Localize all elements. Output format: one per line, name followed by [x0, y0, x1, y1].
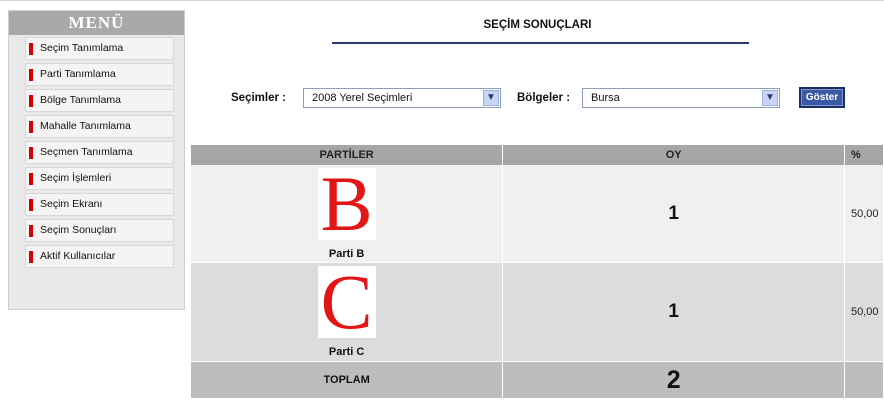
party-cell: C Parti C [191, 262, 504, 362]
table-row: B Parti B 1 50,00 [191, 165, 884, 263]
red-bullet-icon [29, 173, 33, 185]
red-bullet-icon [29, 147, 33, 159]
red-bullet-icon [29, 251, 33, 263]
votes-cell: 1 [502, 262, 845, 362]
title-underline [332, 42, 749, 44]
elections-select-value: 2008 Yerel Seçimleri [312, 92, 413, 104]
total-row: TOPLAM 2 [191, 361, 884, 399]
regions-select-value: Bursa [591, 92, 620, 104]
column-header-votes: OY [502, 145, 845, 165]
red-bullet-icon [29, 69, 33, 81]
sidebar-item-secim-sonuclari[interactable]: Seçim Sonuçları [25, 219, 174, 242]
menu-title: MENÜ [9, 11, 184, 35]
table-row: C Parti C 1 50,00 [191, 262, 884, 362]
column-header-parties: PARTİLER [191, 145, 504, 165]
top-border [0, 0, 884, 5]
sidebar-item-label: Mahalle Tanımlama [40, 120, 131, 132]
elections-select[interactable]: 2008 Yerel Seçimleri ▼ [303, 88, 501, 108]
party-name: Parti B [328, 247, 365, 260]
chevron-down-icon[interactable]: ▼ [762, 90, 778, 106]
sidebar-item-mahalle-tanimlama[interactable]: Mahalle Tanımlama [25, 115, 174, 138]
red-bullet-icon [29, 199, 33, 211]
total-label: TOPLAM [191, 361, 504, 399]
percent-cell: 50,00 [844, 165, 884, 263]
votes-cell: 1 [502, 165, 845, 263]
total-percent-cell [844, 361, 884, 399]
table-header-row: PARTİLER OY % [191, 145, 884, 165]
chevron-down-icon[interactable]: ▼ [483, 90, 499, 106]
sidebar-item-secim-islemleri[interactable]: Seçim İşlemleri [25, 167, 174, 190]
sidebar-item-label: Aktif Kullanıcılar [40, 250, 116, 262]
party-name: Parti C [328, 346, 365, 358]
sidebar-item-label: Seçim Tanımlama [40, 42, 124, 54]
sidebar-item-secim-ekrani[interactable]: Seçim Ekranı [25, 193, 174, 216]
red-bullet-icon [29, 225, 33, 237]
elections-label: Seçimler : [231, 92, 286, 104]
menu-list: Seçim Tanımlama Parti Tanımlama Bölge Ta… [9, 35, 184, 268]
sidebar-item-parti-tanimlama[interactable]: Parti Tanımlama [25, 63, 174, 86]
red-bullet-icon [29, 95, 33, 107]
red-bullet-icon [29, 121, 33, 133]
sidebar-item-label: Seçim Sonuçları [40, 224, 117, 236]
sidebar-item-label: Seçim İşlemleri [40, 172, 112, 184]
sidebar-item-label: Seçmen Tanımlama [40, 146, 133, 158]
sidebar-item-label: Seçim Ekranı [40, 198, 103, 210]
regions-select[interactable]: Bursa ▼ [582, 88, 780, 108]
sidebar-item-secim-tanimlama[interactable]: Seçim Tanımlama [25, 37, 174, 60]
party-logo-b: B [317, 167, 376, 240]
column-header-percent: % [844, 145, 884, 165]
main-content: SEÇİM SONUÇLARI Seçimler : 2008 Yerel Se… [191, 10, 884, 409]
red-bullet-icon [29, 43, 33, 55]
results-table: PARTİLER OY % B Parti B 1 50,00 C Parti … [191, 145, 884, 399]
total-votes: 2 [502, 361, 845, 399]
sidebar-item-label: Bölge Tanımlama [40, 94, 121, 106]
party-cell: B Parti B [191, 165, 504, 263]
sidebar-item-bolge-tanimlama[interactable]: Bölge Tanımlama [25, 89, 174, 112]
show-button[interactable]: Göster [799, 87, 845, 108]
page-title: SEÇİM SONUÇLARI [483, 19, 592, 31]
sidebar-item-secmen-tanimlama[interactable]: Seçmen Tanımlama [25, 141, 174, 164]
percent-cell: 50,00 [844, 262, 884, 362]
sidebar-menu: MENÜ Seçim Tanımlama Parti Tanımlama Böl… [8, 10, 185, 310]
sidebar-item-label: Parti Tanımlama [40, 68, 116, 80]
sidebar-item-aktif-kullanicilar[interactable]: Aktif Kullanıcılar [25, 245, 174, 268]
regions-label: Bölgeler : [517, 92, 571, 104]
party-logo-c: C [317, 266, 376, 338]
